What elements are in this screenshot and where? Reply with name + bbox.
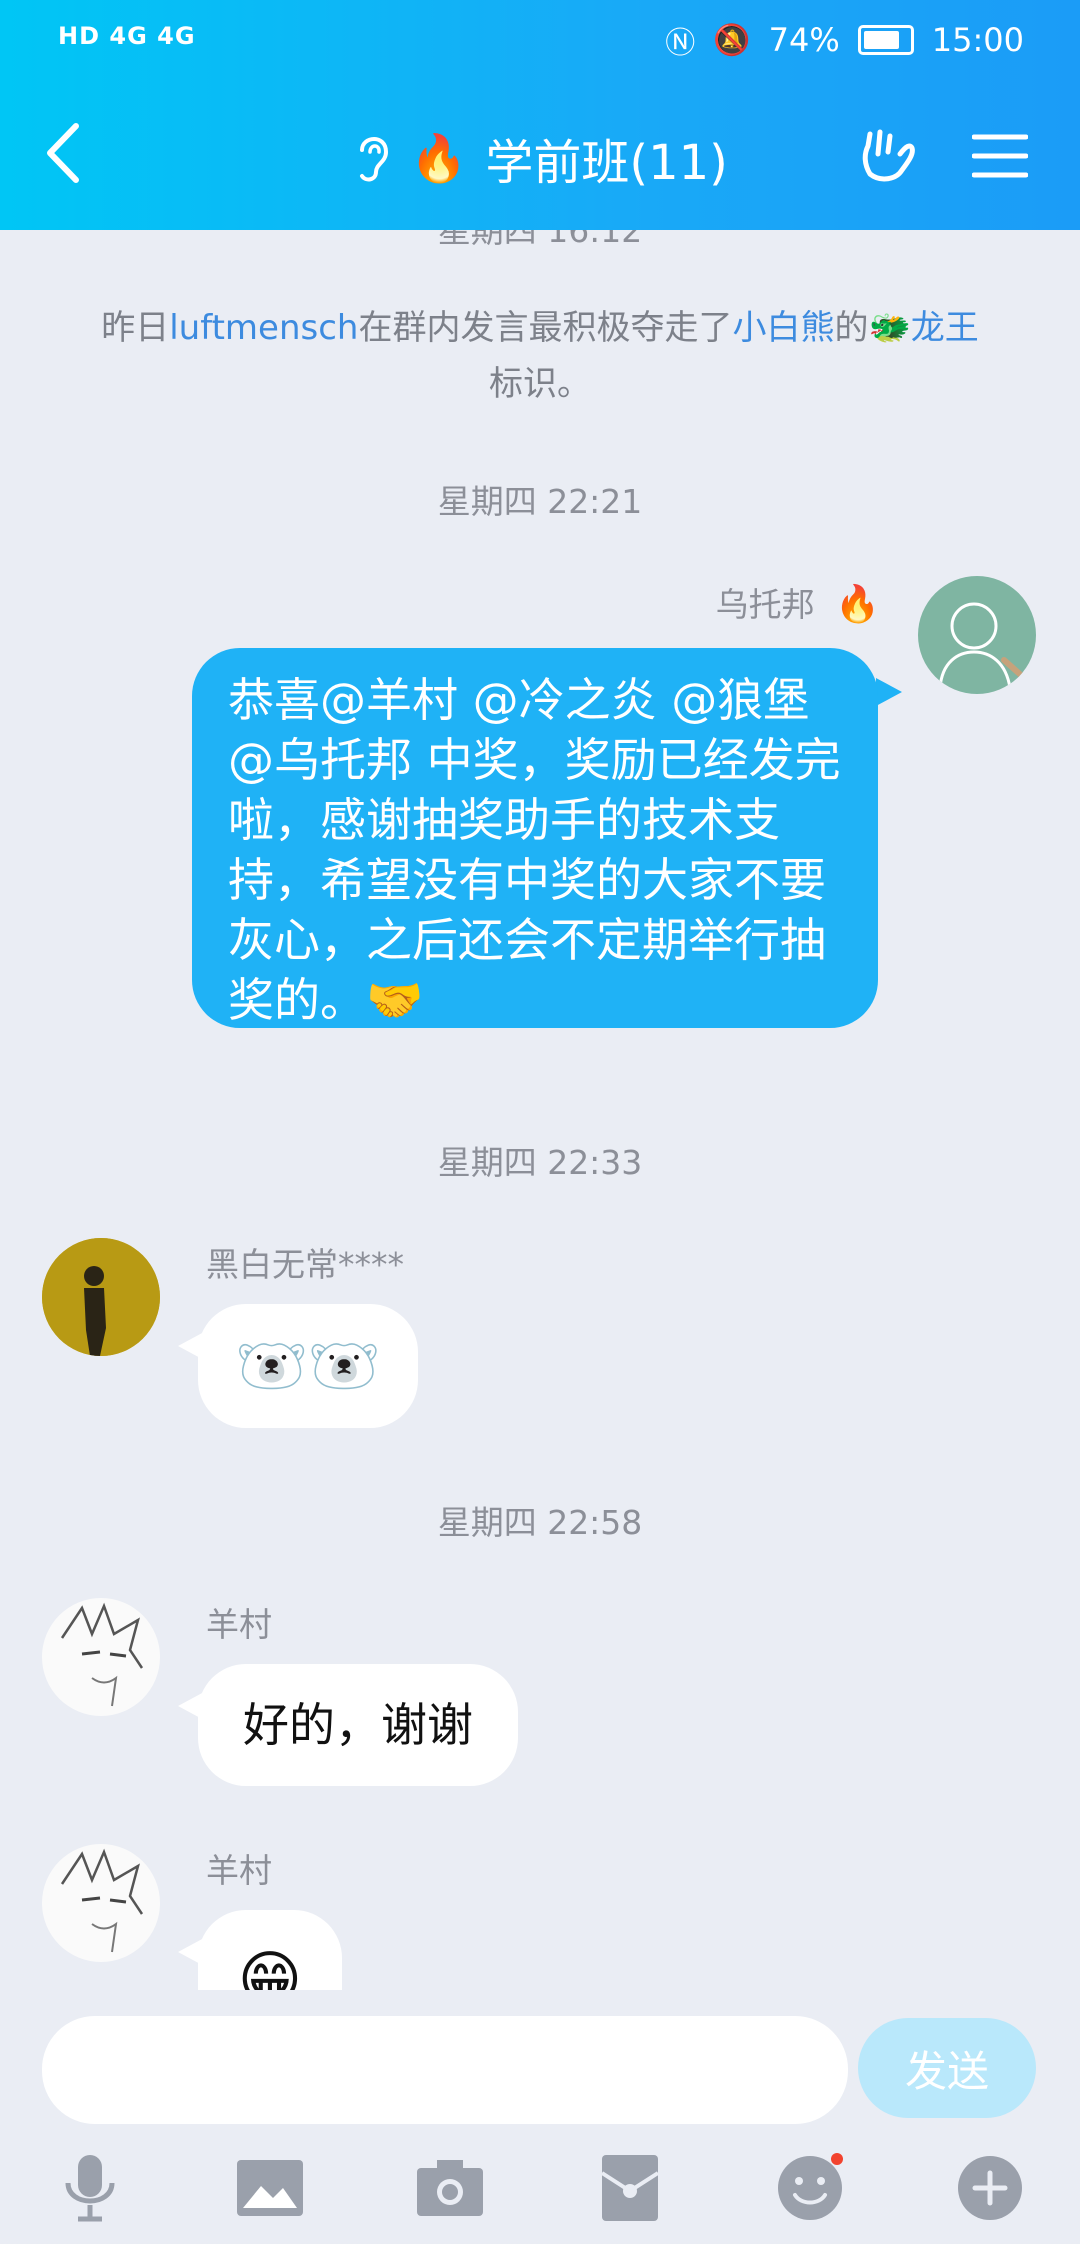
send-button[interactable]: 发送 bbox=[858, 2018, 1036, 2118]
group-title: 学前班(11) bbox=[485, 135, 728, 191]
notice-user-link[interactable]: luftmensch bbox=[169, 308, 358, 348]
battery-icon bbox=[857, 25, 914, 55]
sender-name: 羊村 bbox=[206, 1851, 272, 1890]
message-bubble[interactable]: 好的，谢谢 bbox=[198, 1664, 518, 1786]
message-list[interactable]: 星期四 16:12 昨日luftmensch在群内发言最积极夺走了小白熊的🐲龙王… bbox=[0, 230, 1080, 1990]
battery-percent: 74% bbox=[768, 21, 840, 59]
message-bubble[interactable]: 😁 bbox=[198, 1910, 342, 1990]
ear-icon[interactable] bbox=[352, 130, 392, 186]
notice-text: 标识。 bbox=[489, 364, 591, 404]
time-divider: 星期四 22:58 bbox=[437, 1503, 643, 1542]
message-bubble[interactable]: 恭喜@羊村 @冷之炎 @狼堡 @乌托邦 中奖，奖励已经发完啦，感谢抽奖助手的技术… bbox=[192, 648, 878, 1028]
gesture-icon[interactable] bbox=[856, 124, 920, 188]
sender-name-text: 乌托邦 bbox=[715, 585, 815, 624]
mute-icon: 🔕 bbox=[713, 22, 751, 58]
message-input[interactable] bbox=[42, 2016, 848, 2124]
message-bubble[interactable]: 🐻‍❄️🐻‍❄️ bbox=[198, 1304, 418, 1428]
time-divider: 星期四 22:21 bbox=[437, 482, 643, 521]
fire-icon: 🔥 bbox=[835, 584, 880, 625]
sender-name: 羊村 bbox=[206, 1605, 272, 1644]
signal-indicators: HD 4G 4G bbox=[58, 22, 196, 50]
avatar-sketch-icon bbox=[938, 602, 1025, 689]
sender-name: 乌托邦 🔥 bbox=[716, 578, 880, 626]
notice-target-link[interactable]: 小白熊 bbox=[732, 308, 834, 348]
nfc-icon: Ⓝ bbox=[665, 26, 696, 61]
time-divider: 星期四 22:33 bbox=[437, 1143, 643, 1182]
camera-icon[interactable] bbox=[412, 2150, 488, 2226]
clock: 15:00 bbox=[931, 21, 1024, 59]
notice-text: 在群内发言最积极夺走了 bbox=[358, 308, 733, 348]
system-notice: 昨日luftmensch在群内发言最积极夺走了小白熊的🐲龙王标识。 bbox=[80, 300, 1000, 412]
mic-icon[interactable] bbox=[52, 2150, 128, 2226]
dragon-king-badge[interactable]: 龙王 bbox=[911, 308, 979, 348]
notice-text: 昨日 bbox=[101, 308, 170, 348]
image-icon[interactable] bbox=[232, 2150, 308, 2226]
bubble-tail bbox=[876, 678, 902, 706]
notice-text: 的 bbox=[834, 308, 869, 348]
avatar[interactable] bbox=[42, 1844, 160, 1962]
avatar[interactable] bbox=[42, 1598, 160, 1716]
input-bar: 发送 bbox=[0, 1990, 1080, 2244]
avatar[interactable] bbox=[42, 1238, 160, 1356]
avatar-anime-icon bbox=[60, 1602, 144, 1707]
fire-icon: 🔥 bbox=[410, 130, 468, 185]
plus-icon[interactable] bbox=[952, 2150, 1028, 2226]
avatar-silhouette-icon bbox=[42, 1238, 160, 1356]
red-packet-icon[interactable] bbox=[592, 2150, 668, 2226]
status-bar: HD 4G 4G Ⓝ 🔕 74% 15:00 bbox=[0, 18, 1080, 62]
avatar-anime-icon bbox=[60, 1848, 144, 1953]
emoji-icon[interactable] bbox=[772, 2150, 848, 2226]
avatar[interactable] bbox=[918, 576, 1036, 694]
dragon-badge-icon: 🐲 bbox=[868, 308, 911, 348]
sender-name: 黑白无常**** bbox=[206, 1245, 404, 1284]
chat-header: HD 4G 4G Ⓝ 🔕 74% 15:00 🔥 学前班(11) bbox=[0, 0, 1080, 230]
menu-icon[interactable] bbox=[972, 132, 1028, 180]
time-divider: 星期四 16:12 bbox=[437, 230, 643, 250]
